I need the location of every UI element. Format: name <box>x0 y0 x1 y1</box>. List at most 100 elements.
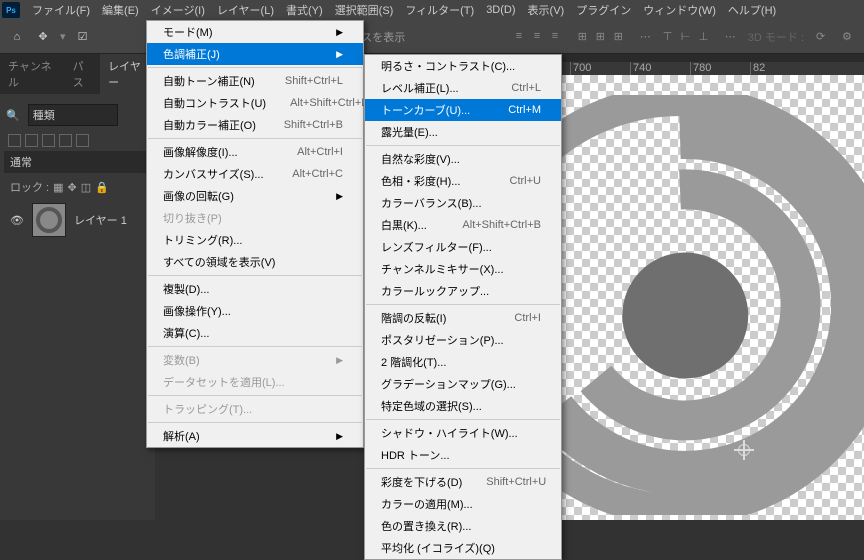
panel-tab[interactable]: パス <box>65 54 101 94</box>
lock-all-icon[interactable]: 🔒 <box>95 181 109 194</box>
submenu-arrow-icon: ▶ <box>336 355 343 366</box>
menu-item[interactable]: グラデーションマップ(G)... <box>365 373 561 395</box>
menu-ヘルプ(H)[interactable]: ヘルプ(H) <box>722 0 782 20</box>
ruler-tick: 82 <box>750 62 810 75</box>
menu-item[interactable]: チャンネルミキサー(X)... <box>365 258 561 280</box>
menu-item[interactable]: トーンカーブ(U)...Ctrl+M <box>365 99 561 121</box>
menu-item[interactable]: 複製(D)... <box>147 278 363 300</box>
valign-icon[interactable]: ⊢ <box>681 30 695 44</box>
align-icon[interactable]: ≡ <box>552 30 566 44</box>
distribute-icon[interactable]: ⊞ <box>578 30 592 44</box>
menu-表示(V)[interactable]: 表示(V) <box>522 0 571 20</box>
menu-item[interactable]: レベル補正(L)...Ctrl+L <box>365 77 561 99</box>
search-icon[interactable]: 🔍 <box>6 109 20 122</box>
menu-イメージ(I)[interactable]: イメージ(I) <box>145 0 211 20</box>
filter-type-select[interactable]: 種類 <box>28 104 118 126</box>
lock-label: ロック : <box>10 179 49 195</box>
menu-フィルター(T)[interactable]: フィルター(T) <box>399 0 480 20</box>
align-icon[interactable]: ≡ <box>516 30 530 44</box>
layer-name: レイヤー 1 <box>74 212 127 228</box>
lock-artboard-icon[interactable]: ◫ <box>81 181 91 194</box>
filter-adjust-icon[interactable] <box>25 134 38 147</box>
menu-編集(E)[interactable]: 編集(E) <box>96 0 145 20</box>
ruler-tick: 740 <box>630 62 690 75</box>
home-icon[interactable]: ⌂ <box>8 28 26 46</box>
align-icon[interactable]: ≡ <box>534 30 548 44</box>
move-icon[interactable]: ✥ <box>34 28 52 46</box>
menu-item[interactable]: 明るさ・コントラスト(C)... <box>365 55 561 77</box>
menu-item: 切り抜き(P) <box>147 207 363 229</box>
lock-row: ロック : ▦ ✥ ◫ 🔒 <box>4 175 151 199</box>
menu-item[interactable]: 白黒(K)...Alt+Shift+Ctrl+B <box>365 214 561 236</box>
menu-item[interactable]: カラールックアップ... <box>365 280 561 302</box>
lock-pixels-icon[interactable]: ▦ <box>53 181 63 194</box>
menu-item[interactable]: カンバスサイズ(S)...Alt+Ctrl+C <box>147 163 363 185</box>
menu-item: トラッピング(T)... <box>147 398 363 420</box>
menu-item[interactable]: レンズフィルター(F)... <box>365 236 561 258</box>
menu-item[interactable]: 色相・彩度(H)...Ctrl+U <box>365 170 561 192</box>
menu-プラグイン[interactable]: プラグイン <box>570 0 637 20</box>
submenu-arrow-icon: ▶ <box>336 49 343 60</box>
panel-tab[interactable]: チャンネル <box>0 54 65 94</box>
menu-item[interactable]: 露光量(E)... <box>365 121 561 143</box>
submenu-arrow-icon: ▶ <box>336 191 343 202</box>
visibility-icon[interactable]: 👁 <box>10 214 24 227</box>
menu-item[interactable]: トリミング(R)... <box>147 229 363 251</box>
menu-item[interactable]: 自動カラー補正(O)Shift+Ctrl+B <box>147 114 363 136</box>
distribute-icon[interactable]: ⊞ <box>596 30 610 44</box>
menu-item[interactable]: 特定色域の選択(S)... <box>365 395 561 417</box>
menu-item[interactable]: 平均化 (イコライズ)(Q) <box>365 537 561 559</box>
menu-item: 変数(B)▶ <box>147 349 363 371</box>
menu-item[interactable]: シャドウ・ハイライト(W)... <box>365 422 561 444</box>
filter-shape-icon[interactable] <box>59 134 72 147</box>
menu-選択範囲(S)[interactable]: 選択範囲(S) <box>329 0 400 20</box>
gear-icon[interactable]: ⚙ <box>842 30 856 44</box>
menu-item[interactable]: 画像解像度(I)...Alt+Ctrl+I <box>147 141 363 163</box>
filter-pixel-icon[interactable] <box>8 134 21 147</box>
blend-mode-select[interactable]: 通常 <box>4 151 151 173</box>
menu-item[interactable]: 自然な彩度(V)... <box>365 148 561 170</box>
filter-type-icon[interactable] <box>42 134 55 147</box>
crosshair-icon <box>734 440 754 460</box>
filter-smart-icon[interactable] <box>76 134 89 147</box>
menu-3D(D)[interactable]: 3D(D) <box>480 2 521 18</box>
photoshop-icon: Ps <box>2 2 20 18</box>
valign-icon[interactable]: ⊤ <box>663 30 677 44</box>
options-toolbar: ⌂ ✥ ▾ ☑ ックスを表示 ≡≡≡ ⊞⊞⊞ ⋯ ⊤⊢⊥ ⋯ 3D モード : … <box>0 20 864 54</box>
orbit-icon[interactable]: ⟳ <box>816 30 830 44</box>
menu-item[interactable]: 画像操作(Y)... <box>147 300 363 322</box>
menu-item[interactable]: 自動トーン補正(N)Shift+Ctrl+L <box>147 70 363 92</box>
filter-icons <box>4 132 151 149</box>
submenu-arrow-icon: ▶ <box>336 27 343 38</box>
valign-icon[interactable]: ⊥ <box>699 30 713 44</box>
main-menubar: Ps ファイル(F)編集(E)イメージ(I)レイヤー(L)書式(Y)選択範囲(S… <box>0 0 864 20</box>
menu-item[interactable]: 演算(C)... <box>147 322 363 344</box>
submenu-arrow-icon: ▶ <box>336 431 343 442</box>
menu-item[interactable]: 2 階調化(T)... <box>365 351 561 373</box>
menu-item[interactable]: 色調補正(J)▶ <box>147 43 363 65</box>
menu-item[interactable]: モード(M)▶ <box>147 21 363 43</box>
menu-item[interactable]: ポスタリゼーション(P)... <box>365 329 561 351</box>
layer-row[interactable]: 👁 レイヤー 1 <box>4 199 151 241</box>
menu-書式(Y)[interactable]: 書式(Y) <box>280 0 329 20</box>
menu-item[interactable]: HDR トーン... <box>365 444 561 466</box>
layers-panel: チャンネルパスレイヤー 🔍 種類 通常 ロック : ▦ ✥ ◫ 🔒 👁 レイヤー… <box>0 54 155 520</box>
menu-ウィンドウ(W)[interactable]: ウィンドウ(W) <box>637 0 722 20</box>
menu-ファイル(F)[interactable]: ファイル(F) <box>26 0 96 20</box>
layer-thumbnail[interactable] <box>32 203 66 237</box>
ruler-tick: 700 <box>570 62 630 75</box>
adjustments-submenu: 明るさ・コントラスト(C)...レベル補正(L)...Ctrl+Lトーンカーブ(… <box>364 54 562 560</box>
menu-item[interactable]: すべての領域を表示(V) <box>147 251 363 273</box>
menu-item[interactable]: 色の置き換え(R)... <box>365 515 561 537</box>
menu-item[interactable]: カラーバランス(B)... <box>365 192 561 214</box>
menu-レイヤー(L)[interactable]: レイヤー(L) <box>211 0 280 20</box>
checkbox-icon[interactable]: ☑ <box>74 28 92 46</box>
menu-item[interactable]: 画像の回転(G)▶ <box>147 185 363 207</box>
menu-item[interactable]: 彩度を下げる(D)Shift+Ctrl+U <box>365 471 561 493</box>
menu-item[interactable]: 解析(A)▶ <box>147 425 363 447</box>
menu-item[interactable]: カラーの適用(M)... <box>365 493 561 515</box>
distribute-icon[interactable]: ⊞ <box>614 30 628 44</box>
menu-item[interactable]: 階調の反転(I)Ctrl+I <box>365 307 561 329</box>
menu-item[interactable]: 自動コントラスト(U)Alt+Shift+Ctrl+L <box>147 92 363 114</box>
lock-position-icon[interactable]: ✥ <box>68 181 77 194</box>
